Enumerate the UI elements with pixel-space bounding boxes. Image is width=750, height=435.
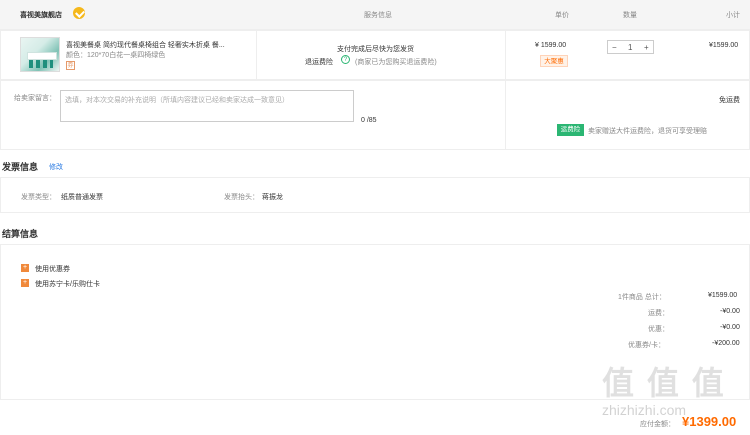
invoice-section-title: 发票信息 xyxy=(2,162,39,172)
header-quantity: 数量 xyxy=(623,12,637,19)
use-coupon-toggle[interactable]: 使用优惠券 xyxy=(35,264,70,274)
invoice-box xyxy=(0,177,750,213)
shop-verified-icon xyxy=(73,7,85,19)
watermark-text: zhizhizhi.com xyxy=(602,402,687,418)
expand-plus-icon[interactable]: + xyxy=(21,279,29,287)
invoice-type-value: 纸质普通发票 xyxy=(61,194,103,201)
note-label: 给卖家留言： xyxy=(14,95,56,102)
divider xyxy=(505,31,506,79)
header-price: 单价 xyxy=(555,12,569,19)
qty-input[interactable]: 1 xyxy=(628,43,632,52)
ticket-icon: 券 xyxy=(66,61,75,70)
note-placeholder: 选填，对本次交易的补充说明（所填内容建议已经和卖家达成一致意见） xyxy=(65,97,289,104)
settlement-section-title: 结算信息 xyxy=(2,229,39,239)
summary-label: 运费： xyxy=(648,310,669,317)
qty-minus-button[interactable]: − xyxy=(612,43,617,52)
expand-plus-icon[interactable]: + xyxy=(21,264,29,272)
product-spec: 颜色：120*70白花一桌四椅绿色 xyxy=(66,52,166,59)
product-thumbnail[interactable] xyxy=(20,37,60,72)
summary-label: 优惠： xyxy=(648,326,669,333)
divider xyxy=(505,81,506,149)
summary-label: 优惠券/卡： xyxy=(628,342,665,349)
summary-label: 1件商品 总计： xyxy=(618,294,666,301)
shipping-insurance-badge: 运费险 xyxy=(557,124,584,136)
quantity-stepper: − 1 + xyxy=(607,40,654,54)
insurance-label: 退运费险 xyxy=(305,59,333,66)
shop-name[interactable]: 喜视美旗舰店 xyxy=(20,10,62,20)
note-counter: 0 /85 xyxy=(361,117,377,124)
service-ship-note: 支付完成后尽快为您发货 xyxy=(337,46,414,53)
item-subtotal: ¥1599.00 xyxy=(709,42,739,49)
shipping-insurance-text: 卖家赠送大件运费险，退货可享受理赔 xyxy=(588,128,707,135)
invoice-header-value: 蒋振龙 xyxy=(262,194,283,201)
cart-table-header: 喜视美旗舰店 服务信息 单价 数量 小计 xyxy=(0,0,750,30)
total-label: 应付金额： xyxy=(640,421,675,428)
invoice-type-label: 发票类型： xyxy=(21,194,56,201)
free-shipping-label: 免运费 xyxy=(719,97,740,104)
insurance-note: (商家已为您购买退运费险) xyxy=(355,59,437,66)
promo-tag: 大聚惠 xyxy=(540,55,568,67)
qty-plus-button[interactable]: + xyxy=(644,43,649,52)
summary-value: -¥0.00 xyxy=(720,308,740,315)
invoice-header-label: 发票抬头： xyxy=(224,194,259,201)
use-card-toggle[interactable]: 使用苏宁卡/乐购仕卡 xyxy=(35,279,100,289)
header-service: 服务信息 xyxy=(364,12,392,19)
buyer-note-textarea[interactable]: 选填，对本次交易的补充说明（所填内容建议已经和卖家达成一致意见） xyxy=(60,90,354,122)
header-subtotal: 小计 xyxy=(726,12,740,19)
watermark-logo: 值 值 值 xyxy=(602,365,726,401)
product-title[interactable]: 喜视美餐桌 简约现代餐桌椅组合 轻奢实木折桌 餐... xyxy=(66,40,225,50)
help-icon[interactable]: ? xyxy=(341,55,350,64)
divider xyxy=(256,31,257,79)
total-amount: ¥1399.00 xyxy=(682,414,737,429)
summary-value: -¥200.00 xyxy=(712,340,740,347)
invoice-edit-link[interactable]: 修改 xyxy=(49,162,63,172)
summary-value: ¥1599.00 xyxy=(708,292,738,299)
unit-price: ¥ 1599.00 xyxy=(535,42,567,49)
summary-value: -¥0.00 xyxy=(720,324,740,331)
